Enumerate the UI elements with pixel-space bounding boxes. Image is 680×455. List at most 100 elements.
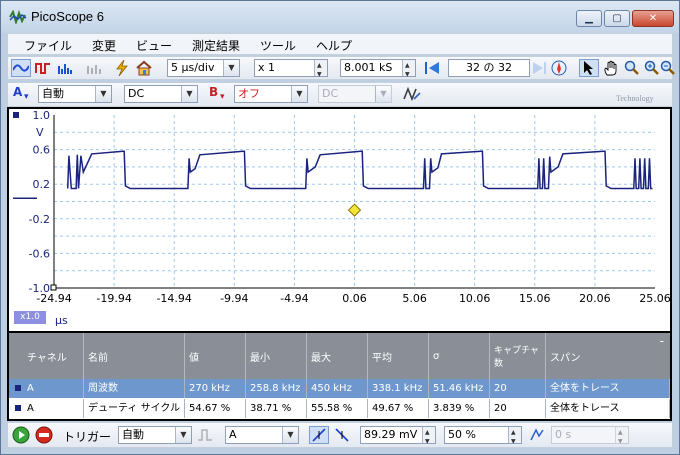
close-button[interactable]: ✕ [632, 10, 674, 27]
scope-plot[interactable]: 1.00.60.2-0.2-0.6-1.0-24.94 -19.94 -14.94-… [9, 109, 670, 331]
trigger-threshold-spinbox[interactable]: 89.29 mV [360, 425, 436, 450]
pan-tool-button[interactable] [601, 59, 621, 77]
compass-icon [551, 60, 567, 76]
table-cell: 258.8 kHz [246, 379, 307, 398]
menu-edit[interactable]: 変更 [92, 37, 116, 54]
start-button[interactable] [11, 426, 31, 444]
trigger-mode-select[interactable]: 自動 ▼ [118, 426, 192, 444]
col-captures[interactable]: キャプチャ数 [490, 333, 546, 379]
zoom-badge[interactable]: x1.0 [14, 311, 46, 324]
menu-measurements[interactable]: 測定結果 [192, 37, 240, 54]
menu-file[interactable]: ファイル [24, 37, 72, 54]
stop-button[interactable] [34, 426, 54, 444]
col-max[interactable]: 最大 [307, 333, 368, 379]
channel-a-range-value: 自動 [42, 87, 64, 100]
chevron-down-icon: ▼ [95, 86, 111, 102]
trigger-mode-value: 自動 [122, 428, 144, 441]
channel-a-range-select[interactable]: 自動 ▼ [38, 85, 112, 103]
x-axis-unit: µs [55, 314, 68, 327]
channel-a-coupling-value: DC [128, 87, 145, 100]
maximize-button[interactable]: ▢ [604, 10, 630, 27]
next-buffer-button[interactable] [530, 59, 550, 77]
skip-back-icon [425, 62, 439, 74]
timebase-value: 5 µs/div [171, 61, 215, 74]
advanced-trigger-button[interactable] [195, 426, 215, 444]
spin-arrows-icon [314, 58, 327, 83]
falling-edge-button[interactable] [332, 426, 352, 444]
home-button[interactable] [134, 59, 154, 77]
table-cell: 54.67 % [185, 399, 246, 418]
channel-a-coupling-select[interactable]: DC ▼ [124, 85, 198, 103]
buffer-separator: の [483, 61, 495, 74]
menu-tools[interactable]: ツール [260, 37, 296, 54]
spectrum-mode-button[interactable] [55, 59, 75, 77]
minimize-button[interactable]: ▁ [576, 10, 602, 27]
play-icon [12, 426, 30, 444]
persistence-mode-icon [35, 63, 50, 74]
serial-decode-button[interactable] [84, 59, 104, 77]
rising-edge-button[interactable] [309, 426, 329, 444]
zoom-tool-button[interactable] [622, 59, 642, 77]
stop-icon [35, 426, 53, 444]
zoom-spinbox[interactable]: x 1 [254, 58, 328, 83]
title-bar: PicoScope 6 ▁ ▢ ✕ [1, 1, 679, 33]
col-mean[interactable]: 平均 [368, 333, 429, 379]
x-tick-label: -19.94 [96, 292, 131, 305]
zoom-value: x 1 [258, 61, 276, 74]
zoom-out-icon [660, 60, 675, 75]
table-cell: 全体をトレース [546, 379, 670, 398]
table-row[interactable]: A デューティ サイクル 54.67 % 38.71 % 55.58 % 49.67 % 3… [9, 399, 670, 418]
spectrum-mode-icon [58, 64, 72, 74]
channel-b-coupling-select[interactable]: DC ▼ [318, 85, 392, 103]
buffer-navigator[interactable]: 32 の 32 [448, 59, 530, 77]
post-trigger-delay-button[interactable] [527, 426, 547, 444]
x-tick-label: -9.94 [220, 292, 248, 305]
timebase-select[interactable]: 5 µs/div ▼ [167, 59, 240, 77]
trigger-delay-spinbox[interactable]: 0 s [551, 425, 629, 450]
trigger-channel-select[interactable]: A ▼ [225, 426, 299, 444]
scope-mode-button[interactable] [11, 59, 31, 77]
table-row[interactable]: A 周波数 270 kHz 258.8 kHz 450 kHz 338.1 kHz 51.4… [9, 379, 670, 398]
channel-b-range-select[interactable]: オフ ▼ [234, 85, 308, 103]
col-channel[interactable]: チャネル [9, 333, 84, 379]
home-icon [136, 60, 152, 76]
trigger-channel-value: A [229, 428, 237, 441]
zoom-out-button[interactable] [658, 59, 678, 77]
samples-spinbox[interactable]: 8.001 kS [340, 58, 416, 83]
pointer-tool-button[interactable] [579, 59, 599, 77]
table-cell: 55.58 % [307, 399, 368, 418]
skip-forward-icon [533, 62, 546, 74]
table-cell: 51.46 kHz [429, 379, 490, 398]
menu-view[interactable]: ビュー [136, 37, 172, 54]
signal-generator-button[interactable] [112, 59, 132, 77]
ruler-button[interactable] [549, 59, 569, 77]
x-tick-label: 0.06 [342, 292, 367, 305]
table-cell: 20 [490, 379, 546, 398]
table-cell: 38.71 % [246, 399, 307, 418]
first-buffer-button[interactable] [422, 59, 442, 77]
x-tick-label: 15.06 [519, 292, 551, 305]
waveform-settings-icon [403, 87, 421, 101]
col-min[interactable]: 最小 [246, 333, 307, 379]
col-value[interactable]: 値 [185, 333, 246, 379]
persistence-mode-button[interactable] [33, 59, 53, 77]
pre-trigger-spinbox[interactable]: 50 % [444, 425, 522, 450]
scope-view[interactable]: 1.0 0.6 0.2 -0.2 -0.6 -1.0 -24.94 -19.94 -14.94-… [7, 107, 672, 333]
hand-icon [604, 60, 617, 76]
channel-b-probe-icon[interactable]: ▾ [220, 92, 225, 102]
menu-help[interactable]: ヘルプ [316, 37, 352, 54]
table-cell: 270 kHz [185, 379, 246, 398]
chevron-down-icon: ▼ [282, 427, 298, 443]
channel-a-probe-icon[interactable]: ▾ [24, 92, 29, 102]
lightning-icon [116, 60, 128, 76]
trigger-marker-icon[interactable] [347, 203, 362, 217]
collapse-icon[interactable]: - [660, 334, 664, 348]
col-name[interactable]: 名前 [84, 333, 185, 379]
chevron-down-icon: ▼ [175, 427, 191, 443]
y-tick-label: -0.6 [29, 247, 50, 260]
channel-options-button[interactable] [402, 85, 422, 103]
col-sigma[interactable]: σ [429, 333, 490, 379]
col-span[interactable]: スパン [546, 333, 670, 379]
channel-b-coupling-value: DC [322, 87, 339, 100]
table-cell: 3.839 % [429, 399, 490, 418]
